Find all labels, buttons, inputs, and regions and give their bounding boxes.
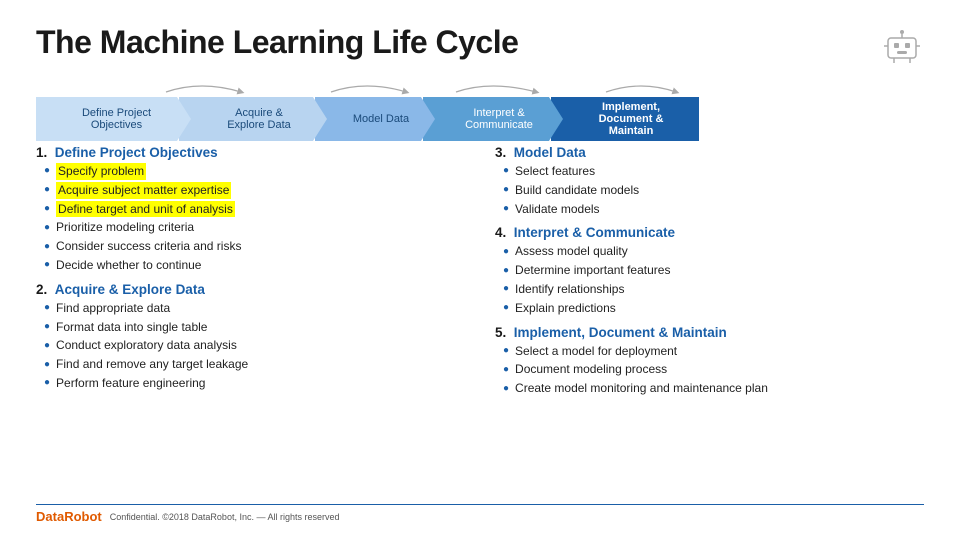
list-item: Prioritize modeling criteria (44, 219, 465, 236)
chevron-model: Model Data (315, 97, 435, 141)
chevron-label-5: Implement,Document &Maintain (599, 101, 664, 137)
list-item: Specify problem (44, 163, 465, 180)
section-5: 5. Implement, Document & Maintain Select… (495, 325, 924, 397)
list-item: Determine important features (503, 262, 924, 279)
section-2-list: Find appropriate data Format data into s… (36, 300, 465, 392)
flow-arrows (46, 78, 746, 96)
flow-chevrons: Define ProjectObjectives Acquire &Explor… (36, 97, 924, 141)
list-item: Assess model quality (503, 243, 924, 260)
section-4-title: Interpret & Communicate (514, 225, 675, 240)
section-2: 2. Acquire & Explore Data Find appropria… (36, 282, 465, 392)
list-item: Decide whether to continue (44, 257, 465, 274)
section-2-number: 2. (36, 282, 47, 297)
list-item: Find appropriate data (44, 300, 465, 317)
brand-logo: DataRobot (36, 509, 102, 524)
list-item: Define target and unit of analysis (44, 201, 465, 218)
page-title: The Machine Learning Life Cycle (36, 24, 518, 61)
chevron-define: Define ProjectObjectives (36, 97, 191, 141)
footer-confidential: Confidential. ©2018 DataRobot, Inc. — Al… (110, 512, 340, 522)
list-item: Document modeling process (503, 361, 924, 378)
chevron-interpret: Interpret &Communicate (423, 97, 563, 141)
list-item: Identify relationships (503, 281, 924, 298)
list-item: Format data into single table (44, 319, 465, 336)
list-item: Find and remove any target leakage (44, 356, 465, 373)
section-4-number: 4. (495, 225, 506, 240)
col-right: 3. Model Data Select features Build cand… (495, 145, 924, 502)
chevron-label-1: Define ProjectObjectives (82, 107, 151, 131)
footer: DataRobot Confidential. ©2018 DataRobot,… (36, 504, 924, 524)
list-item: Perform feature engineering (44, 375, 465, 392)
list-item: Select a model for deployment (503, 343, 924, 360)
chevron-acquire: Acquire &Explore Data (179, 97, 327, 141)
content-area: 1. Define Project Objectives Specify pro… (36, 145, 924, 502)
section-3-title: Model Data (514, 145, 586, 160)
chevron-label-4: Interpret &Communicate (465, 107, 533, 131)
section-2-title: Acquire & Explore Data (55, 282, 205, 297)
section-4: 4. Interpret & Communicate Assess model … (495, 225, 924, 316)
section-3: 3. Model Data Select features Build cand… (495, 145, 924, 217)
col-left: 1. Define Project Objectives Specify pro… (36, 145, 465, 502)
robot-icon (880, 24, 924, 68)
chevron-implement: Implement,Document &Maintain (551, 97, 699, 141)
section-1-number: 1. (36, 145, 47, 160)
section-4-list: Assess model quality Determine important… (495, 243, 924, 316)
page: The Machine Learning Life Cycle (0, 0, 960, 540)
section-1: 1. Define Project Objectives Specify pro… (36, 145, 465, 274)
list-item: Explain predictions (503, 300, 924, 317)
list-item: Validate models (503, 201, 924, 218)
list-item: Build candidate models (503, 182, 924, 199)
header: The Machine Learning Life Cycle (36, 24, 924, 68)
brand-data: Data (36, 509, 64, 524)
list-item: Conduct exploratory data analysis (44, 337, 465, 354)
section-3-list: Select features Build candidate models V… (495, 163, 924, 217)
list-item: Consider success criteria and risks (44, 238, 465, 255)
list-item: Select features (503, 163, 924, 180)
section-1-list: Specify problem Acquire subject matter e… (36, 163, 465, 274)
chevron-label-3: Model Data (353, 113, 409, 125)
section-3-number: 3. (495, 145, 506, 160)
list-item: Acquire subject matter expertise (44, 182, 465, 199)
section-5-number: 5. (495, 325, 506, 340)
section-1-title: Define Project Objectives (55, 145, 218, 160)
section-5-list: Select a model for deployment Document m… (495, 343, 924, 397)
section-5-title: Implement, Document & Maintain (514, 325, 727, 340)
brand-robot: Robot (64, 509, 102, 524)
list-item: Create model monitoring and maintenance … (503, 380, 924, 397)
chevron-label-2: Acquire &Explore Data (227, 107, 291, 131)
